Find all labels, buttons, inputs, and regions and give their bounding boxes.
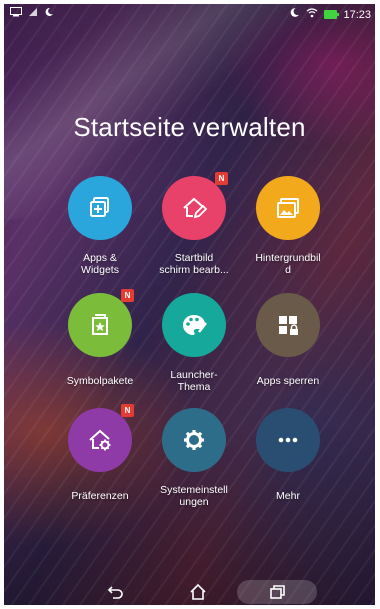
tile-label: Apps sperren — [256, 375, 320, 387]
back-icon — [107, 586, 123, 599]
icon-packs-button[interactable]: N — [68, 289, 134, 357]
app-lock-button[interactable] — [256, 293, 320, 357]
new-badge: N — [215, 172, 228, 185]
apps-widgets-icon — [90, 197, 109, 217]
more-icon — [278, 437, 298, 443]
new-badge: N — [121, 404, 134, 417]
home-icon — [190, 583, 206, 600]
palette-icon — [183, 315, 207, 335]
navigation-bar — [4, 578, 375, 605]
tile-wallpaper[interactable]: Hintergrundbil d — [233, 176, 343, 276]
option-grid: Apps & Widgets N Startbild schirm bearb.… — [4, 4, 375, 605]
system-settings-button[interactable] — [162, 408, 226, 472]
home-edit-icon — [183, 197, 208, 219]
gear-icon — [184, 430, 204, 450]
wallpaper-icon — [277, 198, 299, 218]
tile-label: Mehr — [276, 490, 300, 502]
recents-button[interactable] — [265, 582, 289, 602]
home-button[interactable] — [186, 582, 210, 602]
more-button[interactable] — [256, 408, 320, 472]
icon-pack-icon — [92, 314, 108, 335]
wallpaper-button[interactable] — [256, 176, 320, 240]
tile-more[interactable]: Mehr — [233, 408, 343, 502]
home-edit-button[interactable]: N — [162, 172, 228, 240]
launcher-theme-button[interactable] — [162, 293, 226, 357]
back-button[interactable] — [104, 582, 128, 602]
apps-widgets-button[interactable] — [68, 176, 132, 240]
recents-icon — [270, 585, 285, 599]
home-manage-screen: 17:23 Startseite verwalten Apps & Widget… — [4, 4, 375, 605]
app-lock-icon — [279, 316, 298, 335]
new-badge: N — [121, 289, 134, 302]
home-settings-icon — [89, 429, 111, 451]
tile-label: Hintergrundbil d — [255, 252, 321, 276]
preferences-button[interactable]: N — [68, 404, 134, 472]
tile-app-lock[interactable]: Apps sperren — [233, 293, 343, 387]
